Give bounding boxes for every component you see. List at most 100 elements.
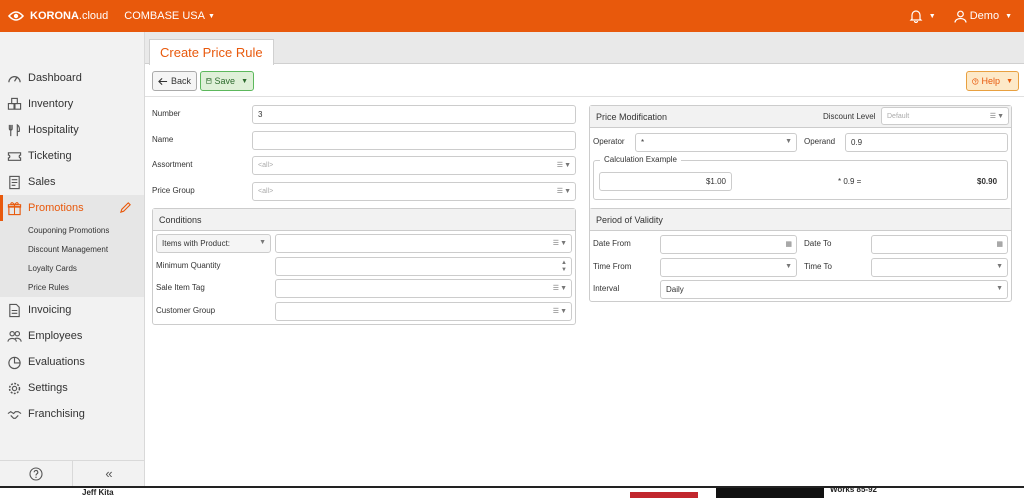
caret-down-icon: ▼	[785, 263, 792, 270]
tab-create-price-rule[interactable]: Create Price Rule	[149, 39, 274, 65]
price-group-field[interactable]: <all> ☰ ▼	[252, 182, 576, 201]
stepper-down-icon[interactable]: ▼	[561, 267, 567, 273]
pie-chart-icon	[8, 356, 21, 369]
tab-bar: Create Price Rule	[145, 32, 1024, 65]
pencil-icon[interactable]	[119, 201, 132, 214]
caret-down-icon: ▼	[785, 138, 792, 145]
sidebar-item-promotions[interactable]: Promotions	[0, 195, 144, 221]
operand-value: 0.9	[851, 138, 863, 147]
sidebar-item-label: Hospitality	[28, 124, 79, 136]
sidebar-item-settings[interactable]: Settings	[0, 375, 144, 401]
sidebar-subitem-price-rules[interactable]: Price Rules	[0, 278, 144, 297]
sidebar-item-sales[interactable]: Sales	[0, 169, 144, 195]
sidebar-item-evaluations[interactable]: Evaluations	[0, 349, 144, 375]
gear-icon	[8, 382, 21, 394]
min-quantity-stepper[interactable]: ▲ ▼	[275, 257, 572, 276]
arrow-left-icon	[158, 77, 168, 85]
sidebar-subitem-couponing[interactable]: Couponing Promotions	[0, 221, 144, 240]
calendar-icon[interactable]: ▦	[996, 240, 1003, 248]
time-from-label: Time From	[593, 262, 632, 271]
help-menu-button[interactable]: Help ▼	[966, 71, 1019, 91]
name-field[interactable]	[252, 131, 576, 150]
list-icon: ☰	[552, 285, 560, 292]
handshake-icon	[7, 410, 22, 419]
conditions-title: Conditions	[153, 209, 575, 231]
assortment-field[interactable]: <all> ☰ ▼	[252, 156, 576, 175]
people-icon	[7, 330, 22, 342]
interval-select[interactable]: Daily ▼	[660, 280, 1008, 299]
ticket-icon	[7, 151, 22, 161]
logo-text-bold: KORONA	[30, 10, 79, 22]
number-field[interactable]: 3	[252, 105, 576, 124]
sidebar-item-employees[interactable]: Employees	[0, 323, 144, 349]
caret-down-icon: ▼	[560, 284, 567, 292]
sidebar-item-ticketing[interactable]: Ticketing	[0, 143, 144, 169]
discount-level-field[interactable]: Default ☰ ▼	[881, 107, 1009, 125]
bottom-red-block	[630, 492, 698, 498]
sidebar-item-label: Dashboard	[28, 72, 82, 84]
caret-down-icon: ▼	[996, 285, 1003, 292]
calendar-icon[interactable]: ▦	[785, 240, 792, 248]
sidebar-subitem-discount-management[interactable]: Discount Management	[0, 240, 144, 259]
date-from-label: Date From	[593, 239, 631, 248]
sale-item-tag-field[interactable]: ☰ ▼	[275, 279, 572, 298]
company-name: COMBASE USA	[124, 10, 205, 22]
condition-type-select[interactable]: Items with Product: ▼	[156, 234, 271, 253]
caret-down-icon: ▼	[996, 263, 1003, 270]
assortment-placeholder: <all>	[258, 162, 274, 169]
collapse-sidebar-button[interactable]: «	[72, 461, 145, 486]
number-value: 3	[258, 110, 263, 119]
caret-down-icon: ▼	[564, 161, 571, 169]
operator-select[interactable]: * ▼	[635, 133, 797, 152]
date-from-field[interactable]: ▦	[660, 235, 797, 254]
user-menu[interactable]: Demo ▼	[954, 10, 1012, 23]
toolbar	[145, 64, 1024, 97]
min-quantity-label: Minimum Quantity	[156, 261, 221, 270]
operand-label: Operand	[804, 137, 836, 146]
sidebar-item-label: Franchising	[28, 408, 85, 420]
operand-field[interactable]: 0.9	[845, 133, 1008, 152]
save-label: Save	[214, 76, 236, 86]
notifications-button[interactable]: ▼	[909, 9, 936, 23]
caret-down-icon: ▼	[928, 12, 936, 20]
stepper-up-icon[interactable]: ▲	[561, 260, 567, 266]
date-to-field[interactable]: ▦	[871, 235, 1008, 254]
sidebar-item-hospitality[interactable]: Hospitality	[0, 117, 144, 143]
sidebar-item-dashboard[interactable]: Dashboard	[0, 65, 144, 91]
product-field[interactable]: ☰ ▼	[275, 234, 572, 253]
company-selector[interactable]: COMBASE USA ▼	[124, 10, 215, 22]
calc-input-field[interactable]: $1.00	[599, 172, 732, 191]
sidebar-item-label: Sales	[28, 176, 56, 188]
customer-group-label: Customer Group	[156, 306, 216, 315]
user-name: Demo	[969, 10, 1000, 22]
sidebar-item-label: Inventory	[28, 98, 74, 110]
bottom-dark-block	[716, 488, 824, 498]
sidebar-item-inventory[interactable]: Inventory	[0, 91, 144, 117]
back-label: Back	[170, 76, 191, 86]
user-icon	[954, 10, 967, 23]
sidebar-subitem-loyalty-cards[interactable]: Loyalty Cards	[0, 259, 144, 278]
app-logo[interactable]: KORONA .cloud	[6, 8, 108, 24]
period-of-validity-title: Period of Validity	[590, 209, 1011, 231]
calc-input-value: $1.00	[705, 177, 726, 186]
sidebar-item-franchising[interactable]: Franchising	[0, 401, 144, 427]
bottom-text-2: Works 85-92	[830, 486, 877, 494]
help-button[interactable]	[0, 461, 72, 486]
time-to-select[interactable]: ▼	[871, 258, 1008, 277]
receipt-icon	[9, 175, 20, 189]
caret-down-icon: ▼	[564, 187, 571, 195]
main-content: Create Price Rule Back Save ▼ Help ▼ Num…	[145, 32, 1024, 486]
customer-group-field[interactable]: ☰ ▼	[275, 302, 572, 321]
calc-expression: * 0.9 =	[838, 177, 862, 186]
caret-down-icon: ▼	[560, 239, 567, 247]
logo-icon	[7, 11, 25, 21]
caret-down-icon: ▼	[241, 77, 248, 85]
time-from-select[interactable]: ▼	[660, 258, 797, 277]
caret-down-icon: ▼	[997, 112, 1004, 120]
sidebar-item-invoicing[interactable]: Invoicing	[0, 297, 144, 323]
back-button[interactable]: Back	[152, 71, 197, 91]
bell-icon	[909, 10, 923, 23]
invoice-icon	[9, 303, 20, 317]
time-to-label: Time To	[804, 262, 833, 271]
save-button[interactable]: Save ▼	[200, 71, 254, 91]
